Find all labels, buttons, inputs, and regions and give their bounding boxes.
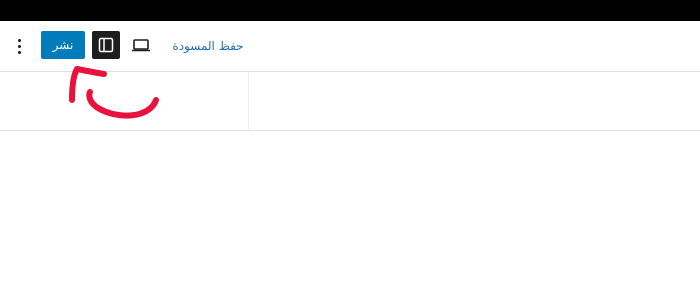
more-options-button[interactable] — [11, 34, 29, 58]
content-divider — [0, 130, 700, 131]
top-black-bar — [0, 0, 700, 21]
more-dot — [18, 39, 21, 42]
preview-button[interactable] — [129, 33, 153, 57]
sidebar-panel-icon — [98, 37, 114, 53]
save-draft-link[interactable]: حفظ المسودة — [172, 37, 244, 55]
more-dot — [18, 51, 21, 54]
annotation-arrow — [69, 66, 159, 119]
publish-button[interactable]: نشر — [41, 31, 85, 59]
column-separator — [248, 72, 249, 130]
laptop-icon — [132, 39, 150, 52]
sidebar-toggle-button[interactable] — [92, 31, 120, 59]
more-dot — [18, 45, 21, 48]
